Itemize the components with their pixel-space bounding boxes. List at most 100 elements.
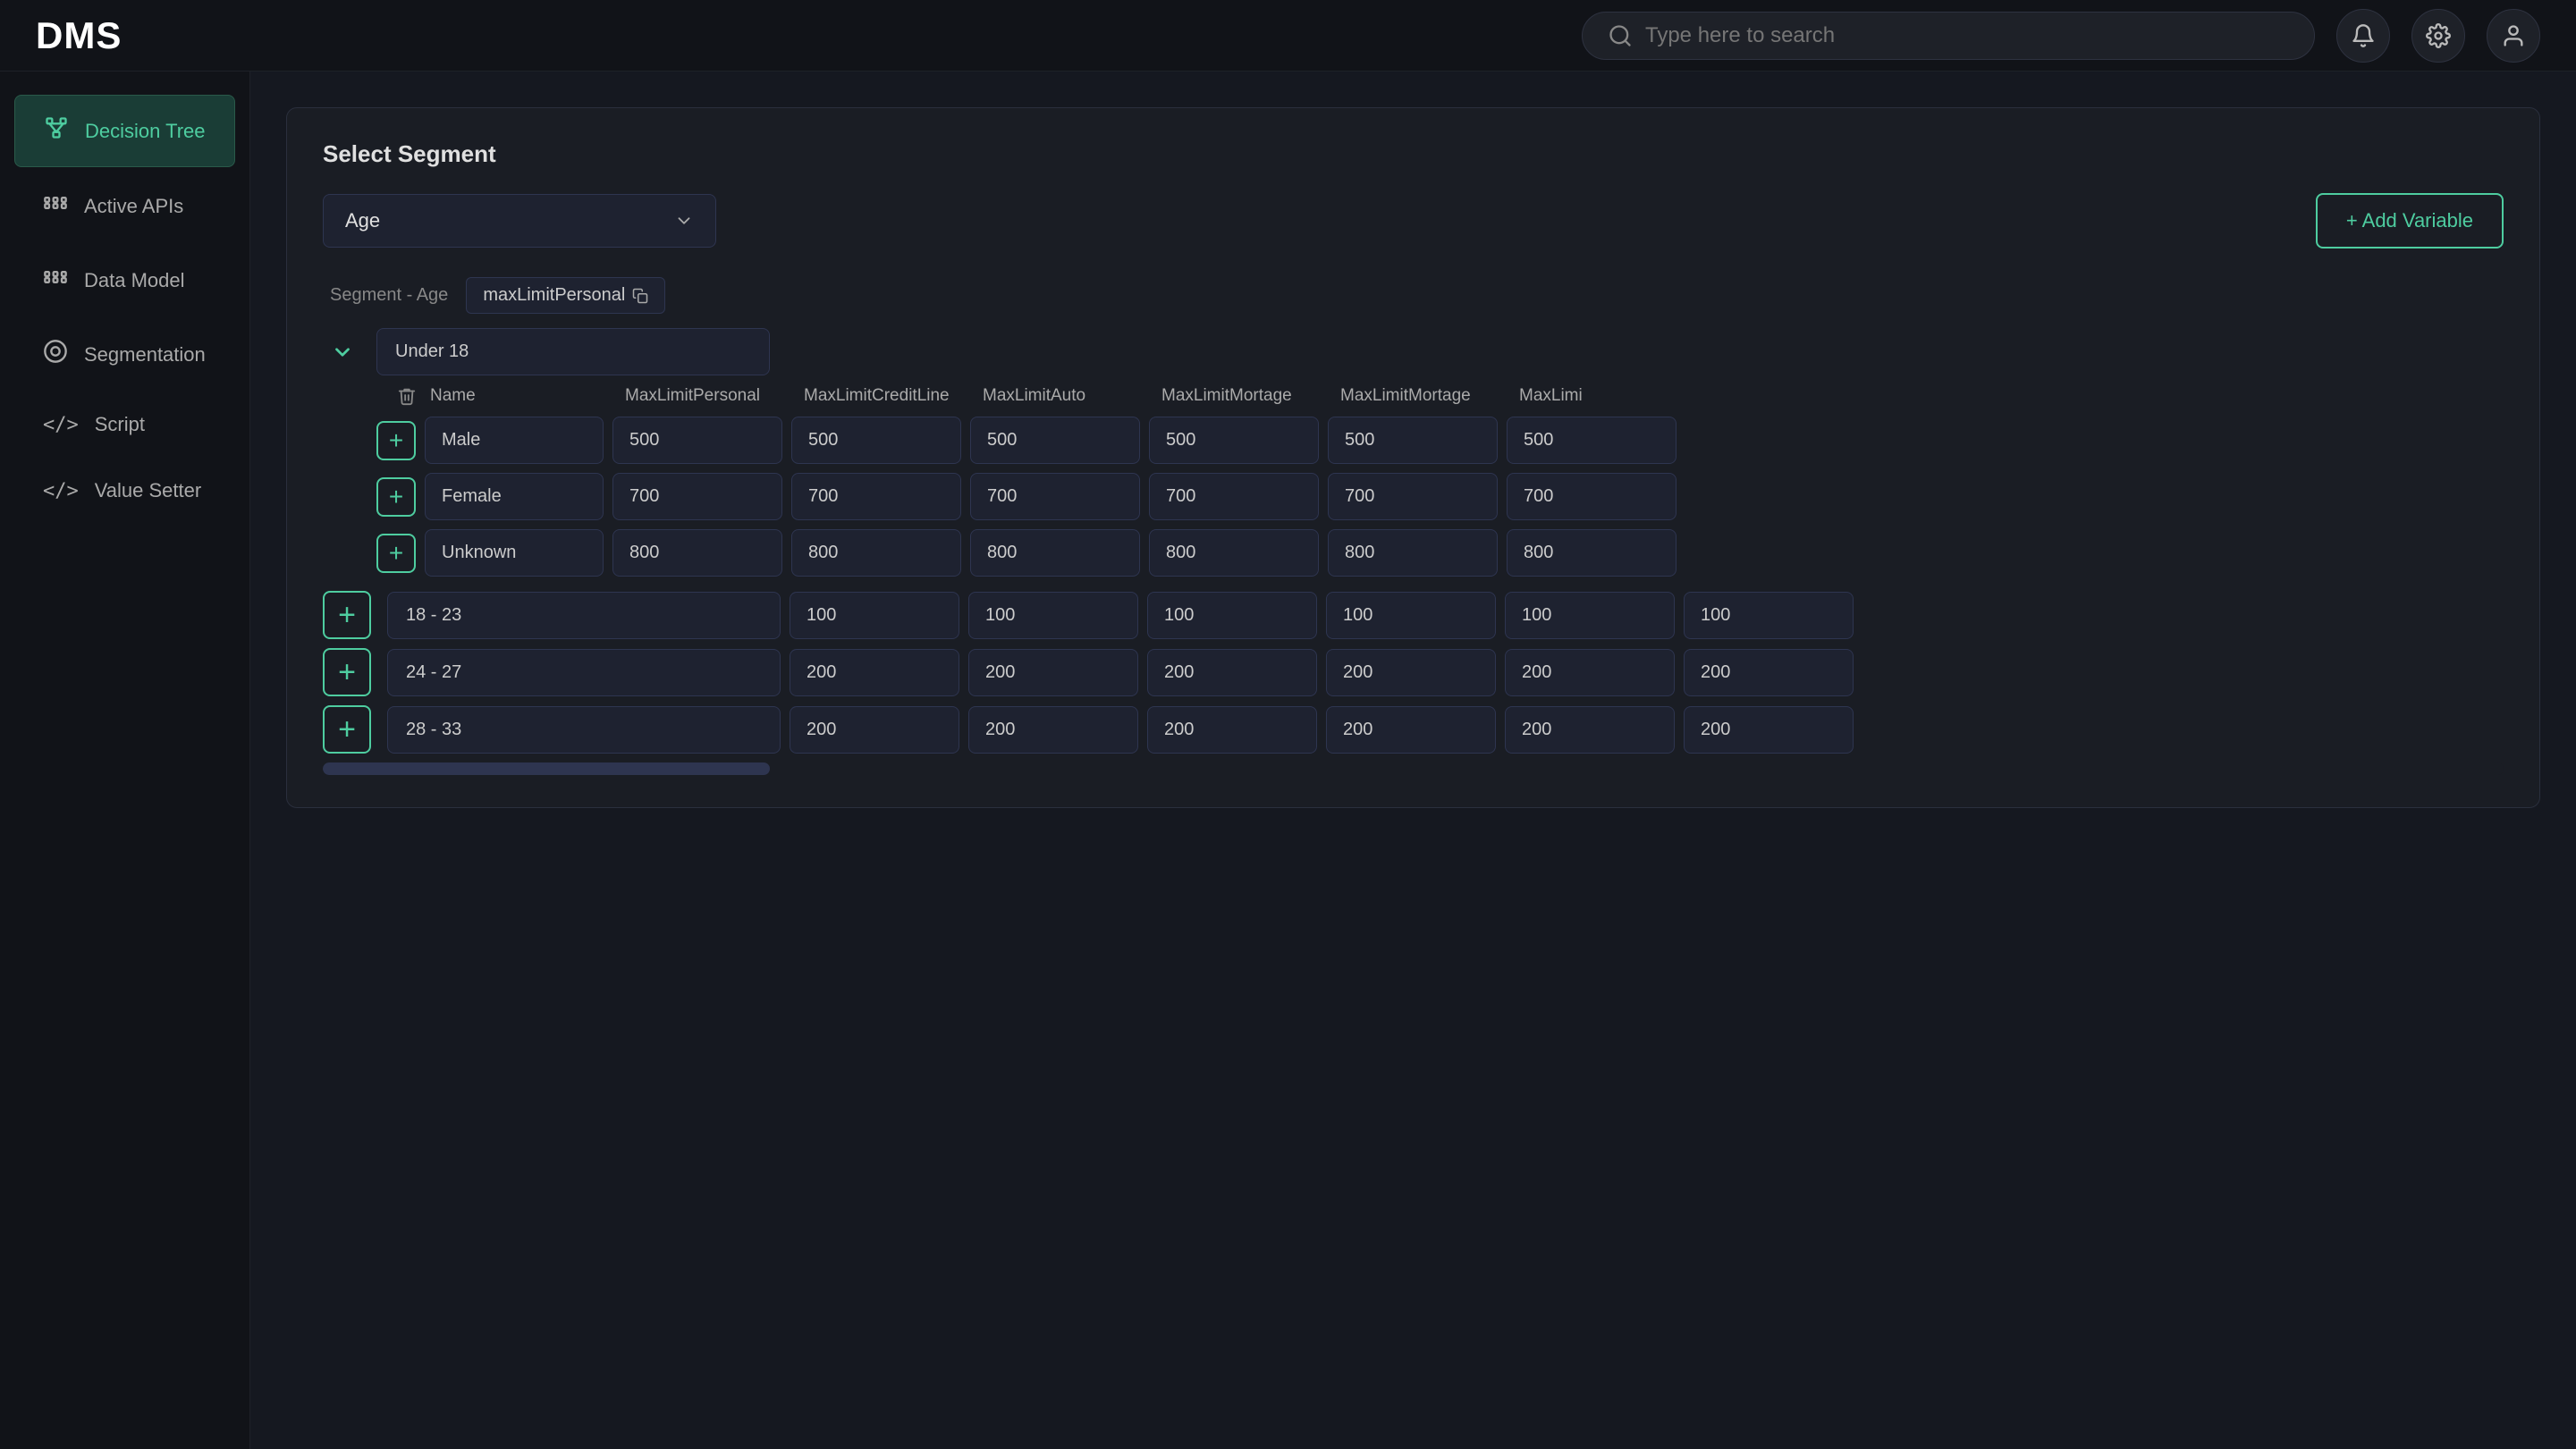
sidebar-item-data-model[interactable]: Data Model [14,245,235,316]
val-1823-6[interactable] [1684,592,1854,639]
col-maxlimitpersonal-header: MaxLimitPersonal [618,386,797,406]
horizontal-scrollbar[interactable] [323,762,2504,775]
val-male-6[interactable] [1507,417,1677,464]
search-bar[interactable] [1582,12,2315,60]
chevron-down-icon [331,341,354,364]
add-row-button[interactable]: + [376,421,416,460]
add-variable-label: + Add Variable [2346,209,2473,232]
val-unknown-3[interactable] [970,529,1140,577]
table-row: + [323,648,2504,696]
table-row: + [323,705,2504,754]
topbar-right [1582,9,2540,63]
val-1823-1[interactable] [790,592,959,639]
range-input-24-27[interactable] [387,649,781,696]
val-1823-2[interactable] [968,592,1138,639]
col-maxlimitauto-header: MaxLimitAuto [976,386,1154,406]
data-model-icon [43,265,68,296]
segment-top-row: Age + Add Variable [323,193,2504,249]
val-2833-2[interactable] [968,706,1138,754]
decision-tree-icon [44,115,69,147]
range-input-18-23[interactable] [387,592,781,639]
topbar: DMS [0,0,2576,72]
val-unknown-5[interactable] [1328,529,1498,577]
add-outer-row-button[interactable]: + [323,591,371,639]
val-female-3[interactable] [970,473,1140,520]
sidebar-item-label: Segmentation [84,343,206,366]
val-2427-3[interactable] [1147,649,1317,696]
add-outer-row-button[interactable]: + [323,648,371,696]
val-2427-6[interactable] [1684,649,1854,696]
val-2833-5[interactable] [1505,706,1675,754]
val-male-4[interactable] [1149,417,1319,464]
under18-label-input[interactable] [376,328,770,375]
under18-section: Name MaxLimitPersonal MaxLimitCreditLine… [323,328,2504,577]
copy-icon[interactable] [632,288,648,304]
user-icon [2501,23,2526,48]
val-2427-1[interactable] [790,649,959,696]
notifications-button[interactable] [2336,9,2390,63]
val-2427-4[interactable] [1326,649,1496,696]
add-variable-button[interactable]: + Add Variable [2316,193,2504,249]
value-setter-icon: </> [43,480,79,502]
val-1823-3[interactable] [1147,592,1317,639]
scrollbar-thumb[interactable] [323,762,770,775]
val-female-1[interactable] [612,473,782,520]
val-2833-6[interactable] [1684,706,1854,754]
sidebar-item-label: Script [95,413,145,436]
val-female-4[interactable] [1149,473,1319,520]
val-2833-3[interactable] [1147,706,1317,754]
val-male-1[interactable] [612,417,782,464]
active-apis-icon [43,190,68,222]
val-female-6[interactable] [1507,473,1677,520]
name-input-unknown[interactable] [425,529,604,577]
collapse-button[interactable] [323,333,362,372]
segment-age-label: Segment - Age [330,285,448,306]
content-area: Select Segment Age + Add Variable Segmen… [250,72,2576,1449]
sidebar-item-active-apis[interactable]: Active APIs [14,171,235,241]
val-unknown-1[interactable] [612,529,782,577]
sidebar-item-value-setter[interactable]: </> Value Setter [14,459,235,522]
settings-button[interactable] [2411,9,2465,63]
val-female-2[interactable] [791,473,961,520]
user-profile-button[interactable] [2487,9,2540,63]
segment-dropdown[interactable]: Age [323,194,716,248]
segment-header-row: Segment - Age maxLimitPersonal [323,277,2504,314]
add-row-button[interactable]: + [376,534,416,573]
col-maxlimitcreditline-header: MaxLimitCreditLine [797,386,976,406]
table-row: + [323,591,2504,639]
add-row-button[interactable]: + [376,477,416,517]
val-female-5[interactable] [1328,473,1498,520]
name-input-female[interactable] [425,473,604,520]
col-maxlimitmortage1-header: MaxLimitMortage [1154,386,1333,406]
sidebar-item-decision-tree[interactable]: Decision Tree [14,95,235,167]
sidebar-item-label: Decision Tree [85,120,206,143]
segment-panel: Select Segment Age + Add Variable Segmen… [286,107,2540,808]
script-icon: </> [43,414,79,436]
add-outer-row-button[interactable]: + [323,705,371,754]
val-unknown-2[interactable] [791,529,961,577]
val-male-5[interactable] [1328,417,1498,464]
val-2833-1[interactable] [790,706,959,754]
val-male-2[interactable] [791,417,961,464]
chevron-down-icon [674,211,694,231]
val-2833-4[interactable] [1326,706,1496,754]
val-unknown-4[interactable] [1149,529,1319,577]
sidebar: Decision Tree Active APIs [0,72,250,1449]
val-unknown-6[interactable] [1507,529,1677,577]
search-input[interactable] [1645,23,2289,48]
col-maxlimitmortage2-header: MaxLimitMortage [1333,386,1512,406]
sidebar-item-segmentation[interactable]: Segmentation [14,319,235,390]
col-name-header: Name [430,386,618,406]
segmentation-icon [43,339,68,370]
range-input-28-33[interactable] [387,706,781,754]
val-2427-5[interactable] [1505,649,1675,696]
trash-icon[interactable] [397,386,417,406]
val-2427-2[interactable] [968,649,1138,696]
val-1823-4[interactable] [1326,592,1496,639]
table-row: + [376,473,2504,520]
table-row: + [376,529,2504,577]
sidebar-item-script[interactable]: </> Script [14,393,235,456]
val-1823-5[interactable] [1505,592,1675,639]
val-male-3[interactable] [970,417,1140,464]
name-input-male[interactable] [425,417,604,464]
